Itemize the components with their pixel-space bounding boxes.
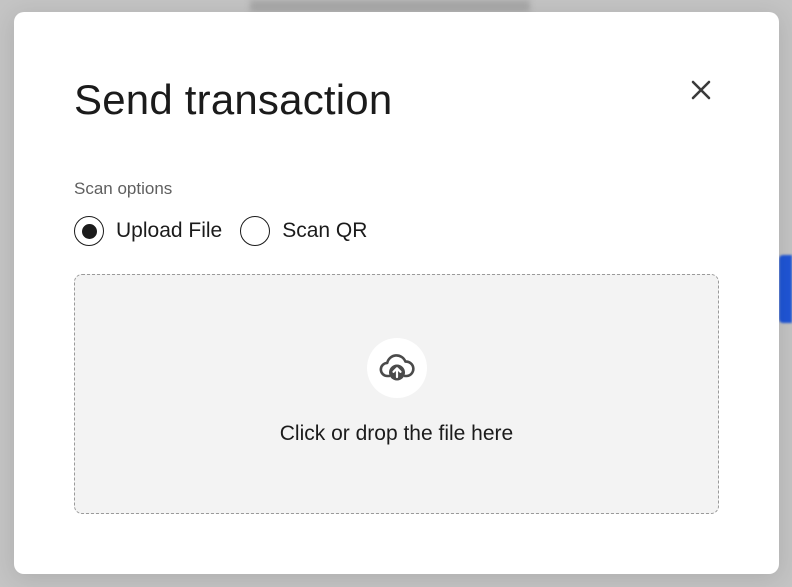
- file-dropzone[interactable]: Click or drop the file here: [74, 274, 719, 514]
- dropzone-text: Click or drop the file here: [279, 422, 514, 445]
- background-button: [779, 255, 792, 323]
- radio-selected-dot: [81, 223, 97, 239]
- background-element: [250, 0, 530, 12]
- radio-label-scan-qr: Scan QR: [282, 219, 368, 242]
- cloud-upload-icon: [379, 354, 415, 381]
- send-transaction-dialog: Send transaction Scan options Upload Fil…: [14, 12, 779, 574]
- radio-option-upload-file[interactable]: Upload File: [74, 216, 222, 246]
- scan-options-radio-group: Upload File Scan QR: [74, 216, 385, 246]
- radio-upload-file[interactable]: [74, 216, 104, 246]
- close-button[interactable]: [686, 75, 716, 105]
- radio-label-upload-file: Upload File: [116, 219, 223, 242]
- close-icon: [691, 80, 711, 100]
- scan-options-label: Scan options: [74, 179, 173, 198]
- upload-icon-badge: [367, 338, 427, 398]
- dialog-title: Send transaction: [74, 76, 393, 123]
- radio-scan-qr[interactable]: [240, 216, 271, 246]
- radio-option-scan-qr[interactable]: Scan QR: [240, 216, 367, 246]
